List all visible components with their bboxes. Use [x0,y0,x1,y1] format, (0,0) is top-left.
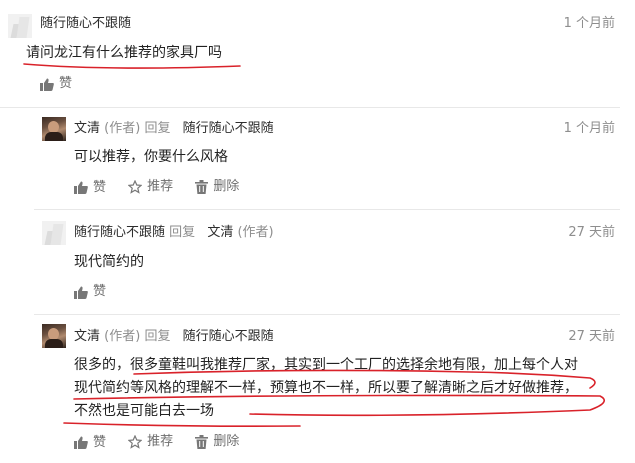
recommend-label: 推荐 [147,179,174,194]
divider [34,209,620,210]
comment-time: 27 天前 [568,225,615,240]
thumbs-up-icon [74,436,88,449]
trash-icon [195,435,209,449]
reply-label: 回复 [144,329,171,344]
divider [34,314,620,315]
like-button[interactable]: 赞 [74,435,106,451]
divider [0,107,620,108]
comment-text: 可以推荐，你要什么风格 [74,149,228,165]
reply-to-name[interactable]: 文清 [207,225,233,240]
reply-to-tag: (作者) [237,225,274,240]
like-label: 赞 [59,76,73,91]
like-label: 赞 [93,434,107,450]
reply-to-name[interactable]: 随行随心不跟随 [183,329,274,344]
delete-label: 删除 [213,434,240,449]
author-name[interactable]: 随行随心不跟随 [40,16,131,31]
like-button[interactable]: 赞 [74,180,106,196]
star-icon [128,180,143,194]
delete-label: 删除 [213,179,240,194]
author-name[interactable]: 文清 [74,329,100,344]
author-tag: (作者) [104,121,141,136]
thumbs-up-icon [74,286,88,299]
underline-question [23,63,241,69]
trash-icon [195,180,209,194]
comment-text: 现代简约的 [74,254,144,270]
reply-label: 回复 [144,121,171,136]
recommend-button[interactable]: 推荐 [128,434,173,450]
star-icon [128,435,143,449]
like-label: 赞 [93,284,107,299]
delete-button[interactable]: 删除 [195,434,239,450]
author-name[interactable]: 随行随心不跟随 [74,225,165,240]
avatar[interactable] [42,324,66,348]
recommend-button[interactable]: 推荐 [128,179,173,195]
thumbs-up-icon [74,181,88,194]
delete-button[interactable]: 删除 [195,179,239,195]
like-button[interactable]: 赞 [74,284,106,300]
comment-time: 27 天前 [568,329,615,344]
author-tag: (作者) [104,329,141,344]
comment-text-line: 不然也是可能白去一场 [74,403,214,419]
author-name[interactable]: 文清 [74,121,100,136]
like-label: 赞 [93,179,107,195]
avatar[interactable] [42,221,66,245]
underline-line-3 [63,422,301,427]
reply-to-name[interactable]: 随行随心不跟随 [183,121,274,136]
reply-label: 回复 [169,225,196,240]
like-button[interactable]: 赞 [40,76,72,92]
comment-text-line: 很多的，很多童鞋叫我推荐厂家，其实到一个工厂的选择余地有限，加上每个人对 [74,357,578,373]
avatar[interactable] [42,117,66,141]
comment-text-line: 现代简约等风格的理解不一样，预算也不一样，所以要了解清晰之后才好做推荐， [74,380,578,396]
avatar[interactable] [8,14,32,38]
comment-text: 请问龙江有什么推荐的家具厂吗 [26,45,222,61]
comment-time: 1 个月前 [563,121,615,136]
recommend-label: 推荐 [147,434,174,449]
thumbs-up-icon [40,78,54,91]
comment-time: 1 个月前 [563,16,615,31]
